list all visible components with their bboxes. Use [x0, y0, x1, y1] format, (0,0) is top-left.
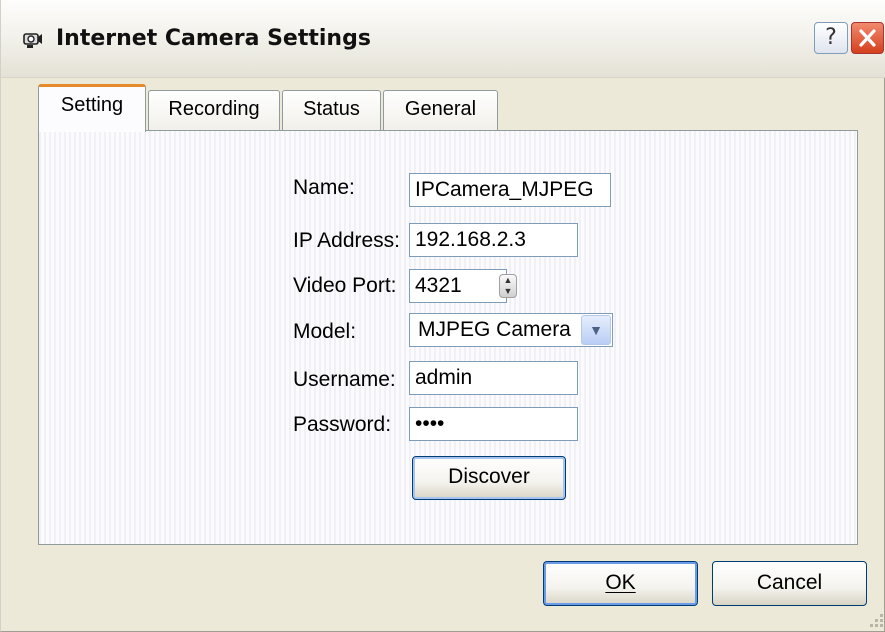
video-port-label: Video Port: [293, 274, 397, 297]
video-port-field[interactable]: 4321 [409, 269, 507, 303]
tab-general[interactable]: General [383, 90, 498, 130]
ip-address-label: IP Address: [293, 229, 401, 252]
close-button[interactable] [851, 22, 884, 54]
tab-recording[interactable]: Recording [148, 90, 280, 130]
name-label: Name: [293, 176, 355, 199]
cancel-button[interactable]: Cancel [712, 561, 867, 606]
ok-button[interactable]: OK [543, 561, 698, 606]
setting-tab-panel: Name: IPCamera_MJPEG IP Address: 192.168… [38, 130, 858, 545]
title-bar[interactable]: Internet Camera Settings ? [1, 0, 885, 78]
chevron-down-icon[interactable]: ▼ [581, 315, 611, 345]
window-title: Internet Camera Settings [56, 26, 371, 51]
name-field[interactable]: IPCamera_MJPEG [409, 173, 611, 207]
password-field[interactable]: •••• [409, 407, 578, 441]
help-button[interactable]: ? [814, 22, 848, 54]
discover-button[interactable]: Discover [412, 456, 566, 500]
resize-grip[interactable] [866, 612, 884, 630]
camera-settings-dialog: Internet Camera Settings ? Setting Recor… [0, 0, 885, 632]
video-port-spinner[interactable]: ▲ ▼ [499, 274, 517, 298]
spin-up-icon[interactable]: ▲ [500, 275, 516, 286]
username-label: Username: [293, 368, 396, 391]
username-field[interactable]: admin [409, 361, 578, 395]
camera-icon [23, 33, 42, 48]
spin-down-icon[interactable]: ▼ [500, 286, 516, 297]
close-icon [859, 29, 876, 47]
tab-setting[interactable]: Setting [38, 84, 146, 132]
tab-status[interactable]: Status [282, 90, 381, 130]
ip-address-field[interactable]: 192.168.2.3 [409, 223, 578, 257]
password-label: Password: [293, 413, 392, 436]
model-label: Model: [293, 320, 357, 343]
